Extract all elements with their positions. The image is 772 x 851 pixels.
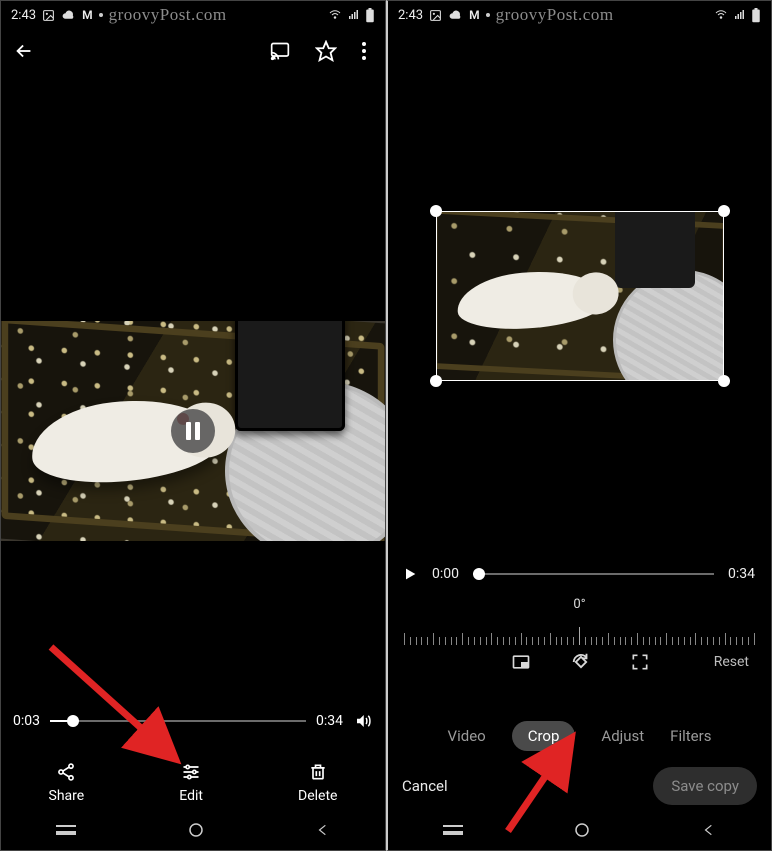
- crop-handle-br[interactable]: [718, 375, 730, 387]
- signal-icon: [733, 9, 747, 21]
- kebab-icon[interactable]: [361, 41, 367, 61]
- rotate-icon[interactable]: [570, 651, 592, 673]
- video-frame[interactable]: [1, 321, 385, 541]
- nav-recents-icon[interactable]: [56, 825, 76, 835]
- edit-button[interactable]: Edit: [179, 762, 203, 804]
- time-total: 0:34: [728, 566, 755, 582]
- status-bar: 2:43 M groovyPost.com: [1, 1, 385, 29]
- time-total: 0:34: [316, 713, 343, 729]
- share-button[interactable]: Share: [49, 762, 85, 804]
- edit-tabs: Video Crop Adjust Filters: [388, 721, 771, 751]
- clock: 2:43: [398, 8, 423, 23]
- gmail-icon: M: [82, 8, 93, 22]
- time-current: 0:00: [432, 566, 459, 582]
- crop-frame[interactable]: [436, 211, 724, 381]
- watermark: groovyPost.com: [496, 5, 614, 25]
- save-copy-button[interactable]: Save copy: [653, 767, 757, 805]
- image-icon: [42, 9, 55, 22]
- delete-label: Delete: [298, 788, 337, 804]
- play-button[interactable]: [402, 566, 418, 582]
- crop-handle-bl[interactable]: [430, 375, 442, 387]
- gmail-icon: M: [469, 8, 480, 22]
- dot-icon: [486, 13, 490, 17]
- nav-recents-icon[interactable]: [443, 825, 463, 835]
- action-row: Share Edit Delete: [1, 762, 385, 804]
- share-label: Share: [49, 788, 85, 804]
- signal-icon: [347, 9, 361, 21]
- dot-icon: [99, 13, 103, 17]
- clock: 2:43: [11, 8, 36, 23]
- reset-button[interactable]: Reset: [714, 654, 749, 670]
- back-arrow-icon[interactable]: [13, 40, 35, 62]
- wifi-icon: [713, 9, 729, 21]
- cloud-icon: [448, 9, 463, 22]
- battery-icon: [751, 8, 761, 23]
- star-icon[interactable]: [315, 40, 337, 62]
- image-icon: [429, 9, 442, 22]
- nav-back-icon[interactable]: [702, 822, 716, 838]
- crop-handle-tr[interactable]: [718, 205, 730, 217]
- edit-label: Edit: [179, 788, 203, 804]
- expand-icon[interactable]: [630, 652, 650, 672]
- tab-video[interactable]: Video: [448, 727, 486, 745]
- crop-tool-row: Reset: [388, 651, 771, 673]
- rotation-ruler[interactable]: [404, 615, 755, 645]
- screenshot-right: 2:43 M groovyPost.com: [386, 0, 772, 851]
- screenshot-left: 2:43 M groovyPost.com: [0, 0, 386, 851]
- cast-icon[interactable]: [269, 41, 291, 61]
- battery-icon: [365, 8, 375, 23]
- cancel-button[interactable]: Cancel: [402, 777, 448, 795]
- rotation-angle: 0°: [388, 597, 771, 612]
- tab-crop[interactable]: Crop: [512, 721, 576, 751]
- nav-home-icon[interactable]: [573, 821, 591, 839]
- edit-scrubber[interactable]: [473, 573, 714, 575]
- android-navbar: [388, 810, 771, 850]
- app-topbar: [1, 29, 385, 73]
- watermark: groovyPost.com: [109, 5, 227, 25]
- delete-button[interactable]: Delete: [298, 762, 337, 804]
- tab-filters[interactable]: Filters: [670, 727, 711, 745]
- crop-handle-tl[interactable]: [430, 205, 442, 217]
- nav-back-icon[interactable]: [316, 822, 330, 838]
- edit-play-row: 0:00 0:34: [402, 566, 755, 582]
- edit-bottom-row: Cancel Save copy: [402, 767, 757, 805]
- tab-adjust[interactable]: Adjust: [601, 727, 644, 745]
- status-bar: 2:43 M groovyPost.com: [388, 1, 771, 29]
- cloud-icon: [61, 9, 76, 22]
- pause-button[interactable]: [171, 409, 215, 453]
- video-scrubber[interactable]: 0:03 0:34: [13, 712, 373, 730]
- nav-home-icon[interactable]: [187, 821, 205, 839]
- wifi-icon: [327, 9, 343, 21]
- volume-icon[interactable]: [353, 712, 373, 730]
- android-navbar: [1, 810, 385, 850]
- aspect-ratio-icon[interactable]: [510, 652, 532, 672]
- time-current: 0:03: [13, 713, 40, 729]
